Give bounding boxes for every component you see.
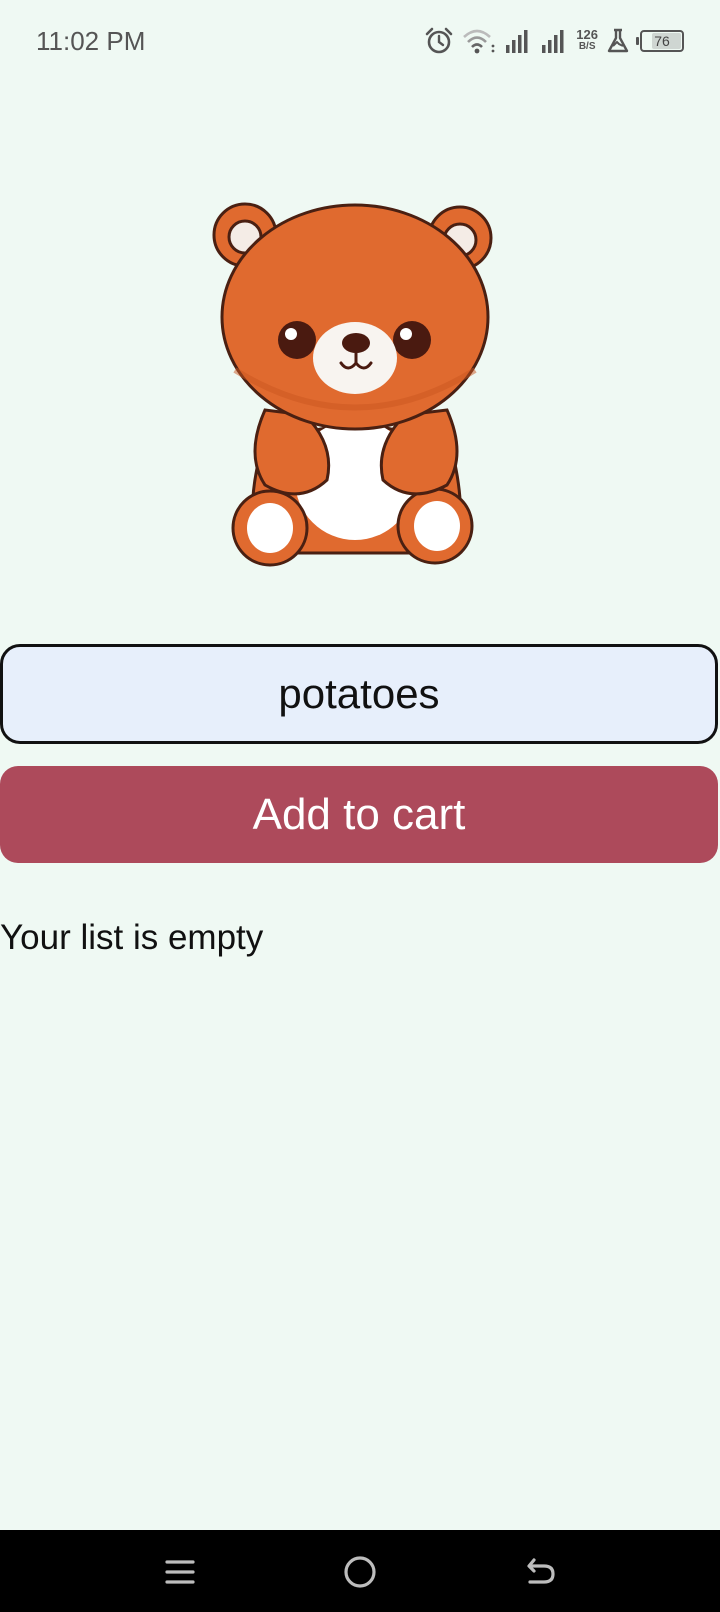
battery-icon: 76 (636, 30, 684, 52)
add-to-cart-button[interactable]: Add to cart (0, 766, 718, 863)
status-icons: 126 B/S 76 (424, 24, 684, 58)
teddy-bear-image (212, 202, 493, 567)
signal-icon (504, 28, 532, 54)
status-time: 11:02 PM (36, 26, 146, 56)
home-button[interactable] (330, 1542, 390, 1602)
back-icon (527, 1558, 555, 1584)
battery-level-text: 76 (654, 33, 670, 49)
signal-icon (540, 28, 568, 54)
menu-icon (165, 1560, 195, 1584)
back-button[interactable] (510, 1542, 570, 1602)
wifi-icon (462, 27, 496, 55)
status-bar: 11:02 PM 126 B/S 76 (0, 0, 720, 82)
app-screen: 11:02 PM 126 B/S 76 potatoes Add to cart… (0, 0, 720, 1612)
item-input[interactable] (0, 644, 718, 744)
network-speed-unit: B/S (578, 41, 596, 52)
lab-icon (606, 28, 630, 54)
empty-list-message: Your list is empty (0, 918, 264, 957)
network-speed-value: 126 (576, 27, 598, 42)
home-icon (344, 1556, 376, 1588)
navigation-bar (0, 1530, 720, 1612)
alarm-icon (424, 26, 454, 56)
network-speed: 126 B/S (576, 27, 598, 53)
menu-button[interactable] (150, 1542, 210, 1602)
